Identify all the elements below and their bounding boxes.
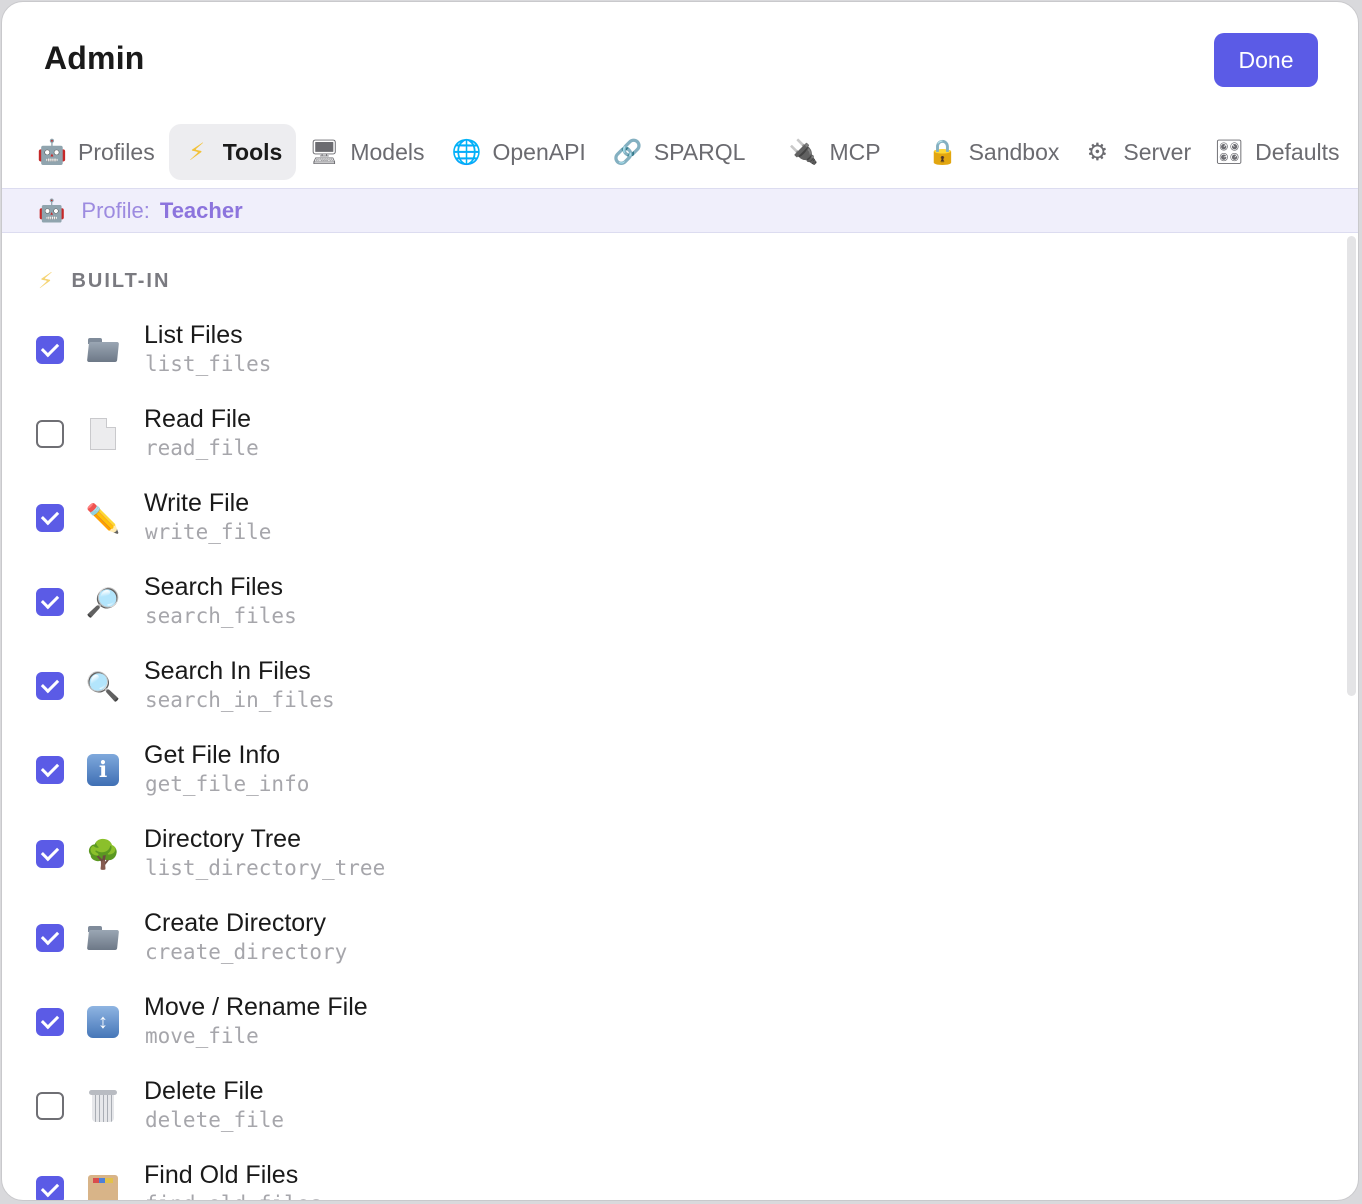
tab-label: Defaults [1255, 138, 1340, 165]
tool-checkbox[interactable] [36, 336, 64, 364]
monitor-icon: 🖥 [309, 138, 340, 166]
tool-id: delete_file [145, 1108, 285, 1132]
tools-content[interactable]: ⚡ BUILT-IN List Files list_files Read Fi… [2, 234, 1358, 1200]
done-button[interactable]: Done [1214, 33, 1318, 87]
tab-sandbox[interactable]: 🔒 Sandbox [895, 124, 1074, 180]
plug-icon: 🔌 [788, 138, 819, 166]
tool-name: Write File [144, 489, 250, 517]
tool-checkbox[interactable] [36, 840, 64, 868]
tool-row-write-file[interactable]: ✏️ Write File write_file [2, 486, 1358, 570]
gear-icon: ⚙ [1086, 138, 1109, 166]
tool-checkbox[interactable] [36, 504, 64, 532]
tool-id: search_files [145, 604, 297, 628]
tool-row-delete-file[interactable]: Delete File delete_file [2, 1074, 1358, 1158]
trash-icon [86, 1089, 120, 1123]
tool-id: move_file [145, 1024, 259, 1048]
lightning-icon: ⚡ [38, 268, 56, 293]
profile-name: Teacher [159, 197, 243, 223]
link-icon: 🔗 [612, 138, 643, 166]
tool-checkbox[interactable] [36, 420, 64, 448]
magnifier-left-icon: 🔍 [85, 670, 121, 702]
tool-checkbox[interactable] [36, 1008, 64, 1036]
tool-row-get-file-info[interactable]: i Get File Info get_file_info [2, 738, 1358, 822]
tool-name: Create Directory [144, 909, 326, 937]
tool-name: Find Old Files [144, 1161, 299, 1189]
tool-id: find_old_files [145, 1192, 322, 1200]
open-folder-icon [86, 921, 120, 955]
tool-id: list_files [145, 352, 272, 376]
section-header-built-in: ⚡ BUILT-IN [38, 268, 170, 294]
tool-name: List Files [144, 321, 243, 349]
pencil-icon: ✏️ [85, 502, 121, 534]
tool-row-list-files[interactable]: List Files list_files [2, 318, 1358, 402]
card-box-icon [86, 1173, 120, 1200]
tool-checkbox[interactable] [36, 672, 64, 700]
tool-name: Get File Info [144, 741, 281, 769]
tree-icon: 🌳 [85, 838, 121, 870]
tool-name: Delete File [144, 1077, 264, 1105]
tab-label: Sandbox [968, 138, 1060, 165]
page-title: Admin [44, 40, 145, 76]
tool-id: create_directory [145, 940, 348, 964]
tool-name: Read File [144, 405, 251, 433]
globe-icon: 🌐 [451, 138, 482, 166]
info-icon: i [86, 753, 120, 787]
up-down-arrow-icon: ↕ [86, 1005, 120, 1039]
tab-models[interactable]: 🖥 Models [296, 124, 438, 180]
tool-list: List Files list_files Read File read_fil… [2, 318, 1358, 1200]
tool-id: list_directory_tree [145, 856, 386, 880]
tool-row-find-old-files[interactable]: Find Old Files find_old_files [2, 1158, 1358, 1200]
tool-checkbox[interactable] [36, 588, 64, 616]
tool-name: Search In Files [144, 657, 311, 685]
tool-name: Search Files [144, 573, 283, 601]
lock-icon: 🔒 [927, 138, 958, 166]
profile-bar: 🤖 Profile: Teacher [2, 189, 1358, 233]
tool-row-read-file[interactable]: Read File read_file [2, 402, 1358, 486]
tool-checkbox[interactable] [36, 756, 64, 784]
tool-id: search_in_files [145, 688, 335, 712]
tab-bar: 🤖 Profiles ⚡ Tools 🖥 Models 🌐 OpenAPI 🔗 … [24, 124, 1340, 180]
tab-server[interactable]: ⚙ Server [1073, 124, 1205, 180]
robot-icon: 🤖 [37, 138, 67, 166]
profile-label: Profile: [81, 197, 150, 223]
admin-window: Admin Done 🤖 Profiles ⚡ Tools 🖥 Models 🌐… [1, 1, 1359, 1201]
tool-row-move-file[interactable]: ↕ Move / Rename File move_file [2, 990, 1358, 1074]
lightning-icon: ⚡ [188, 138, 206, 166]
tab-tools[interactable]: ⚡ Tools [168, 124, 297, 180]
tool-name: Move / Rename File [144, 993, 368, 1021]
tool-checkbox[interactable] [36, 1092, 64, 1120]
tab-mcp[interactable]: 🔌 MCP [759, 124, 894, 180]
document-icon [86, 417, 120, 451]
tab-label: MCP [829, 138, 881, 165]
tab-label: Profiles [78, 138, 155, 165]
magnifier-right-icon: 🔎 [85, 586, 121, 618]
tool-row-directory-tree[interactable]: 🌳 Directory Tree list_directory_tree [2, 822, 1358, 906]
tool-checkbox[interactable] [36, 924, 64, 952]
robot-icon: 🤖 [38, 197, 66, 223]
tool-id: write_file [145, 520, 272, 544]
tab-label: Server [1123, 138, 1192, 165]
tool-name: Directory Tree [144, 825, 301, 853]
section-title: BUILT-IN [71, 269, 171, 292]
control-knobs-icon: 🎛 [1213, 138, 1245, 166]
tab-label: SPARQL [653, 138, 746, 165]
tool-id: get_file_info [145, 772, 310, 796]
tool-id: read_file [145, 436, 259, 460]
tool-row-create-directory[interactable]: Create Directory create_directory [2, 906, 1358, 990]
tab-label: OpenAPI [492, 138, 586, 165]
tab-label: Tools [222, 138, 283, 165]
folder-icon [86, 333, 120, 367]
tool-row-search-in-files[interactable]: 🔍 Search In Files search_in_files [2, 654, 1358, 738]
tab-profiles[interactable]: 🤖 Profiles [24, 124, 169, 180]
tab-openapi[interactable]: 🌐 OpenAPI [438, 124, 599, 180]
tool-row-search-files[interactable]: 🔎 Search Files search_files [2, 570, 1358, 654]
tab-sparql[interactable]: 🔗 SPARQL [600, 124, 760, 180]
tab-label: Models [350, 138, 425, 165]
tool-checkbox[interactable] [36, 1176, 64, 1200]
tab-defaults[interactable]: 🎛 Defaults [1205, 124, 1340, 180]
